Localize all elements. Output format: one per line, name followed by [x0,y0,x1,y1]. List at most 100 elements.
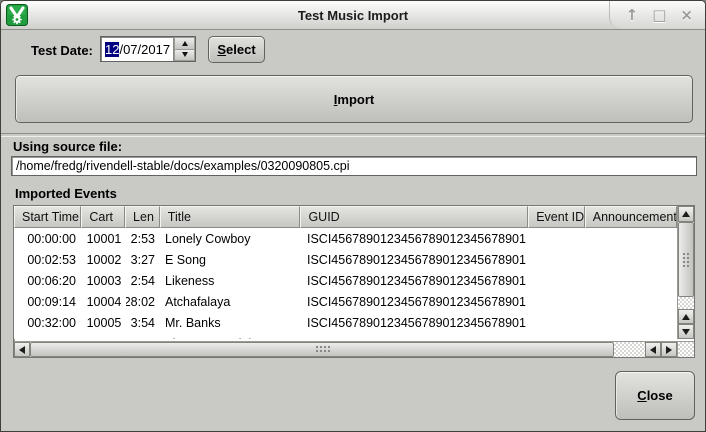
horizontal-scrollbar-track[interactable] [614,342,645,357]
cell-guid: ISCI4567890123456789012345678901 [303,333,533,339]
cell-len: 2:54 [126,270,161,291]
app-window: Test Music Import ↑ □ × Test Date: 12 /0… [0,0,706,432]
close-button[interactable]: Close [615,371,695,420]
import-button[interactable]: Import [15,75,693,123]
column-header-guid[interactable]: GUID [300,206,528,228]
scroll-left-button[interactable] [14,342,30,357]
spin-down-button[interactable] [174,50,195,62]
column-header-announcement[interactable]: Announcement [585,206,677,228]
cell-cart: 10002 [82,249,126,270]
table-row[interactable]: 00:09:141000428:02AtchafalayaISCI4567890… [14,291,677,312]
scroll-right-button[interactable] [661,342,677,357]
scroll-left-icon [19,346,25,354]
thumb-grip [315,345,330,354]
cell-title: Mr. Banks [161,312,303,333]
cell-cart: 10006 [82,333,126,339]
cell-start-time: 00:00:00 [14,228,82,249]
cell-event-id [533,228,590,249]
cell-cart: 10003 [82,270,126,291]
separator-line [1,133,706,137]
test-date-rest-segment: /07/2017 [119,42,170,57]
cell-start-time: 00:35:54 [14,333,82,339]
cell-event-id [533,291,590,312]
test-date-label: Test Date: [31,43,93,58]
test-date-value[interactable]: 12 /07/2017 [101,37,173,61]
cell-start-time: 00:32:00 [14,312,82,333]
scroll-up-icon [682,314,690,320]
table-header-row: Start TimeCartLenTitleGUIDEvent IDAnnoun… [14,206,677,228]
scroll-left-button-right[interactable] [645,342,661,357]
scroll-down-button[interactable] [678,324,694,339]
cell-start-time: 00:09:14 [14,291,82,312]
scroll-right-icon [666,346,672,354]
table-body: 00:00:00100012:53Lonely CowboyISCI456789… [14,228,677,339]
cell-title: The Gray and the Green [161,333,303,339]
imported-events-table: Start TimeCartLenTitleGUIDEvent IDAnnoun… [13,205,695,358]
cell-announcement [590,249,677,270]
table-row[interactable]: 00:00:00100012:53Lonely CowboyISCI456789… [14,228,677,249]
cell-guid: ISCI4567890123456789012345678901 [303,312,533,333]
thumb-grip [682,252,691,267]
imported-events-label: Imported Events [15,186,117,201]
titlebar: Test Music Import ↑ □ × [1,1,705,30]
column-header-len[interactable]: Len [125,206,160,228]
cell-title: Lonely Cowboy [161,228,303,249]
window-title: Test Music Import [1,8,705,23]
vertical-scrollbar-thumb[interactable] [678,222,694,297]
cell-len: 3:27 [126,249,161,270]
cell-cart: 10004 [82,291,126,312]
cell-title: Likeness [161,270,303,291]
column-header-start-time[interactable]: Start Time [14,206,81,228]
spin-up-button[interactable] [174,37,195,50]
scroll-left-icon [650,346,656,354]
scroll-up-button-bottom[interactable] [678,309,694,324]
table-row[interactable]: 00:32:00100053:54Mr. BanksISCI4567890123… [14,312,677,333]
spin-up-icon [182,41,188,46]
spin-down-icon [182,52,188,57]
cell-len: 3:03 [126,333,161,339]
cell-announcement [590,312,677,333]
column-header-event-id[interactable]: Event ID [528,206,585,228]
cell-event-id [533,333,590,339]
cell-guid: ISCI4567890123456789012345678901 [303,249,533,270]
source-file-input[interactable]: /home/fredg/rivendell-stable/docs/exampl… [11,156,697,176]
test-date-spinbox[interactable]: 12 /07/2017 [100,36,196,62]
cell-cart: 10001 [82,228,126,249]
cell-announcement [590,270,677,291]
cell-announcement [590,228,677,249]
cell-event-id [533,270,590,291]
close-window-icon[interactable]: × [680,8,693,23]
cell-len: 28:02 [126,291,161,312]
column-header-title[interactable]: Title [160,206,301,228]
app-logo-icon[interactable] [6,4,28,26]
cell-event-id [533,312,590,333]
scroll-up-button[interactable] [678,206,694,222]
cell-event-id [533,249,590,270]
cell-guid: ISCI4567890123456789012345678901 [303,291,533,312]
cell-len: 2:53 [126,228,161,249]
scroll-down-icon [682,329,690,335]
cell-guid: ISCI4567890123456789012345678901 [303,228,533,249]
table-row[interactable]: 00:35:54100063:03The Gray and the GreenI… [14,333,677,339]
cell-start-time: 00:06:20 [14,270,82,291]
table-row[interactable]: 00:02:53100023:27E SongISCI4567890123456… [14,249,677,270]
shade-window-icon[interactable]: ↑ [626,8,639,23]
table-row[interactable]: 00:06:20100032:54LikenessISCI45678901234… [14,270,677,291]
vertical-scrollbar-track[interactable] [678,297,694,309]
maximize-window-icon[interactable]: □ [652,8,666,23]
test-date-spinner [173,37,195,61]
window-controls: ↑ □ × [609,1,705,29]
cell-announcement [590,333,677,339]
vertical-scrollbar[interactable] [677,206,694,339]
select-button[interactable]: Select [208,36,265,63]
scroll-up-icon [682,211,690,217]
cell-announcement [590,291,677,312]
cell-title: Atchafalaya [161,291,303,312]
cell-title: E Song [161,249,303,270]
cell-len: 3:54 [126,312,161,333]
source-file-label: Using source file: [13,139,122,154]
horizontal-scrollbar[interactable] [14,341,677,357]
column-header-cart[interactable]: Cart [81,206,125,228]
cell-guid: ISCI4567890123456789012345678901 [303,270,533,291]
horizontal-scrollbar-thumb[interactable] [30,342,614,357]
